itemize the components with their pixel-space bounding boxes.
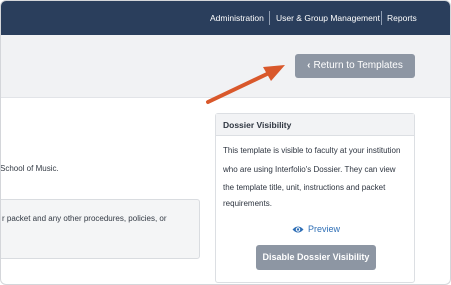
nav-reports[interactable]: Reports bbox=[387, 12, 417, 24]
nav-administration[interactable]: Administration bbox=[210, 12, 264, 24]
dossier-visibility-panel: Dossier Visibility This template is visi… bbox=[215, 113, 415, 283]
return-to-templates-label: Return to Templates bbox=[313, 60, 403, 71]
top-navigation-bar: Administration User & Group Management R… bbox=[1, 1, 450, 35]
instructions-box: r packet and any other procedures, polic… bbox=[1, 199, 200, 259]
panel-title: Dossier Visibility bbox=[223, 120, 292, 130]
panel-header: Dossier Visibility bbox=[216, 114, 414, 136]
return-to-templates-button[interactable]: ‹ Return to Templates bbox=[295, 54, 415, 78]
eye-icon bbox=[292, 225, 304, 237]
chevron-left-icon: ‹ bbox=[307, 60, 311, 71]
preview-link[interactable]: Preview bbox=[292, 223, 340, 237]
panel-description-line: the template title, unit, instructions a… bbox=[223, 183, 386, 192]
panel-description-line: who are using Interfolio's Dossier. They… bbox=[223, 165, 396, 174]
preview-label: Preview bbox=[308, 224, 341, 234]
nav-user-group-management[interactable]: User & Group Management bbox=[276, 12, 380, 24]
panel-description-line: requirements. bbox=[223, 199, 272, 208]
instructions-text: r packet and any other procedures, polic… bbox=[2, 214, 167, 223]
disable-dossier-visibility-button[interactable]: Disable Dossier Visibility bbox=[256, 245, 376, 270]
panel-description-line: This template is visible to faculty at y… bbox=[223, 146, 401, 155]
template-description-text: School of Music. bbox=[0, 164, 59, 173]
app-window: Administration User & Group Management R… bbox=[0, 0, 451, 285]
nav-separator bbox=[269, 11, 270, 25]
nav-separator bbox=[381, 11, 382, 25]
